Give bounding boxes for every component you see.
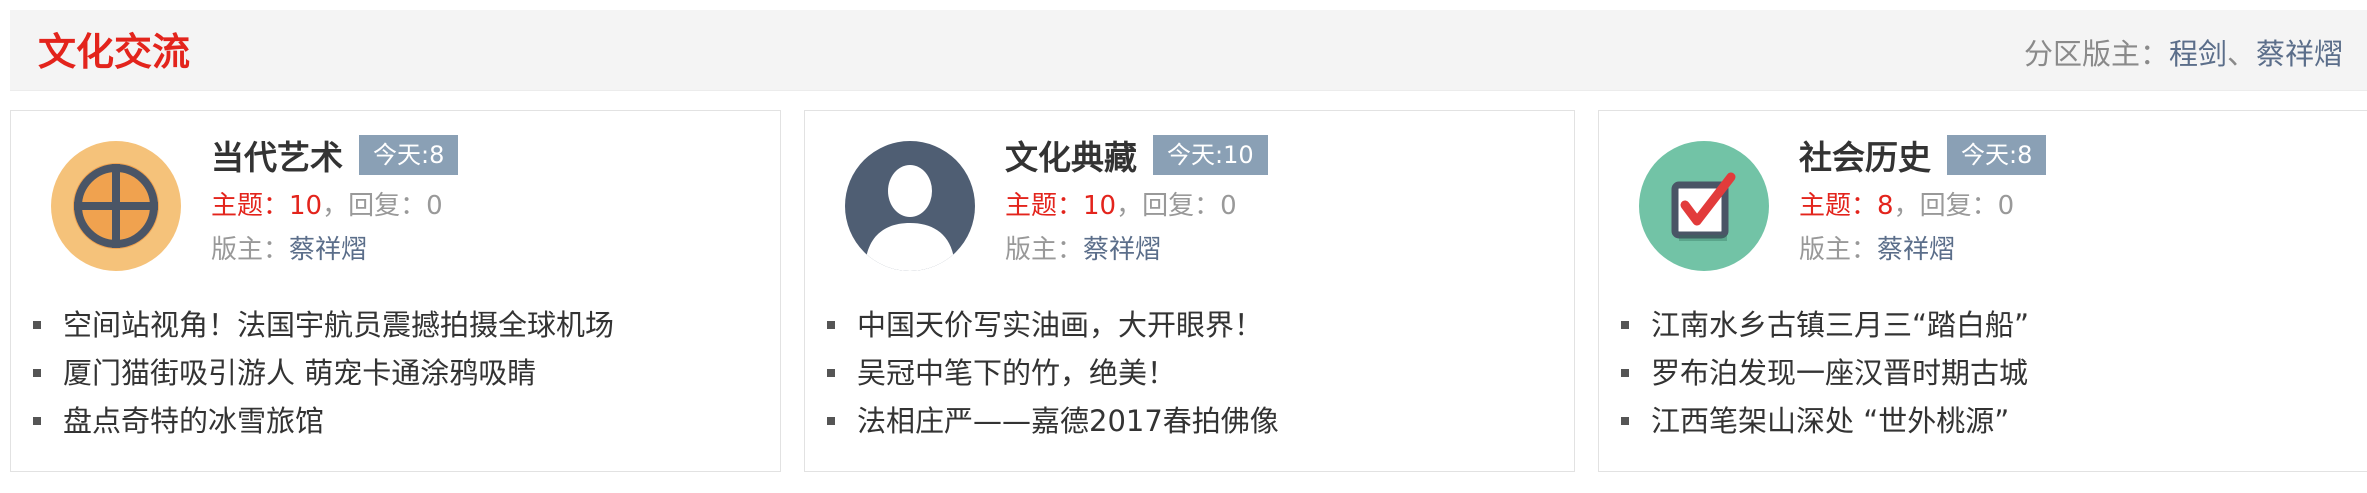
target-icon <box>51 141 181 271</box>
post-title: 法相庄严——嘉德2017春拍佛像 <box>857 404 1279 438</box>
board-avatar[interactable] <box>1639 141 1769 271</box>
post-list: 江南水乡古镇三月三“踏白船” 罗布泊发现一座汉晋时期古城 江西笔架山深处 “世外… <box>1617 301 2029 445</box>
post-title: 中国天价写实油画，大开眼界！ <box>857 308 1264 342</box>
reply-label: ，回复： <box>322 191 427 221</box>
post-item[interactable]: 中国天价写实油画，大开眼界！ <box>823 301 1279 349</box>
board-moderator: 版主：蔡祥熠 <box>1005 231 1161 269</box>
moderator-link[interactable]: 蔡祥熠 <box>289 235 367 265</box>
topic-label: 主题： <box>211 191 290 221</box>
post-list: 空间站视角！法国宇航员震撼拍摄全球机场 厦门猫街吸引游人 萌宠卡通涂鸦吸睛 盘点… <box>29 301 614 445</box>
post-title: 江南水乡古镇三月三“踏白船” <box>1651 308 2030 342</box>
reply-count: 0 <box>1997 191 2015 221</box>
bullet-icon <box>827 369 835 377</box>
board-name[interactable]: 当代艺术 <box>211 135 343 181</box>
topic-count: 10 <box>289 191 323 221</box>
board-name[interactable]: 社会历史 <box>1799 135 1931 181</box>
board-stats: 主题：10，回复：0 <box>211 187 443 225</box>
moderator-separator: 、 <box>2226 37 2256 71</box>
bullet-icon <box>1621 369 1629 377</box>
today-count-badge: 今天:8 <box>359 135 459 175</box>
board-avatar[interactable] <box>51 141 181 271</box>
bullet-icon <box>827 417 835 425</box>
bullet-icon <box>33 417 41 425</box>
today-count-badge: 今天:10 <box>1153 135 1268 175</box>
board-name[interactable]: 文化典藏 <box>1005 135 1137 181</box>
post-item[interactable]: 江西笔架山深处 “世外桃源” <box>1617 397 2029 445</box>
bullet-icon <box>1621 417 1629 425</box>
board-avatar[interactable] <box>845 141 975 271</box>
section-header: 文化交流 分区版主：程剑、蔡祥熠 <box>10 10 2367 91</box>
post-list: 中国天价写实油画，大开眼界！ 吴冠中笔下的竹，绝美！ 法相庄严——嘉德2017春… <box>823 301 1279 445</box>
reply-label: ，回复： <box>1116 191 1221 221</box>
board-moderator: 版主：蔡祥熠 <box>211 231 367 269</box>
board-stats: 主题：8，回复：0 <box>1799 187 2014 225</box>
moderator-label: 版主： <box>1005 235 1084 265</box>
board-stats: 主题：10，回复：0 <box>1005 187 1237 225</box>
topic-label: 主题： <box>1799 191 1878 221</box>
post-title: 空间站视角！法国宇航员震撼拍摄全球机场 <box>63 308 615 342</box>
reply-count: 0 <box>1220 191 1237 221</box>
section-moderator-link[interactable]: 蔡祥熠 <box>2256 37 2343 71</box>
bullet-icon <box>33 369 41 377</box>
reply-count: 0 <box>426 191 443 221</box>
post-item[interactable]: 厦门猫街吸引游人 萌宠卡通涂鸦吸睛 <box>29 349 614 397</box>
reply-label: ，回复： <box>1893 191 1998 221</box>
section-moderators: 分区版主：程剑、蔡祥熠 <box>2024 34 2343 74</box>
bullet-icon <box>827 321 835 329</box>
moderator-label: 版主： <box>1799 235 1878 265</box>
checkbox-icon <box>1639 141 1769 271</box>
topic-count: 10 <box>1083 191 1117 221</box>
board-card-social-history: 社会历史 今天:8 主题：8，回复：0 版主：蔡祥熠 江南水乡古镇三月三“踏白船… <box>1598 110 2367 472</box>
topic-label: 主题： <box>1005 191 1084 221</box>
board-card-contemporary-art: 当代艺术 今天:8 主题：10，回复：0 版主：蔡祥熠 空间站视角！法国宇航员震… <box>10 110 781 472</box>
today-count-badge: 今天:8 <box>1947 135 2047 175</box>
post-title: 厦门猫街吸引游人 萌宠卡通涂鸦吸睛 <box>63 356 537 390</box>
moderator-label: 版主： <box>211 235 290 265</box>
post-item[interactable]: 江南水乡古镇三月三“踏白船” <box>1617 301 2029 349</box>
post-title: 罗布泊发现一座汉晋时期古城 <box>1651 356 2029 390</box>
section-moderator-link[interactable]: 程剑 <box>2169 37 2227 71</box>
post-item[interactable]: 法相庄严——嘉德2017春拍佛像 <box>823 397 1279 445</box>
post-title: 吴冠中笔下的竹，绝美！ <box>857 356 1177 390</box>
moderator-link[interactable]: 蔡祥熠 <box>1083 235 1161 265</box>
post-title: 江西笔架山深处 “世外桃源” <box>1651 404 2010 438</box>
section-title: 文化交流 <box>38 30 191 74</box>
post-title: 盘点奇特的冰雪旅馆 <box>63 404 325 438</box>
section-moderators-label: 分区版主： <box>2023 37 2169 71</box>
bullet-icon <box>33 321 41 329</box>
post-item[interactable]: 罗布泊发现一座汉晋时期古城 <box>1617 349 2029 397</box>
board-card-cultural-collection: 文化典藏 今天:10 主题：10，回复：0 版主：蔡祥熠 中国天价写实油画，大开… <box>804 110 1575 472</box>
bullet-icon <box>1621 321 1629 329</box>
moderator-link[interactable]: 蔡祥熠 <box>1877 235 1955 265</box>
topic-count: 8 <box>1877 191 1894 221</box>
post-item[interactable]: 盘点奇特的冰雪旅馆 <box>29 397 614 445</box>
board-moderator: 版主：蔡祥熠 <box>1799 231 1955 269</box>
user-silhouette-icon <box>845 141 975 271</box>
post-item[interactable]: 吴冠中笔下的竹，绝美！ <box>823 349 1279 397</box>
post-item[interactable]: 空间站视角！法国宇航员震撼拍摄全球机场 <box>29 301 614 349</box>
